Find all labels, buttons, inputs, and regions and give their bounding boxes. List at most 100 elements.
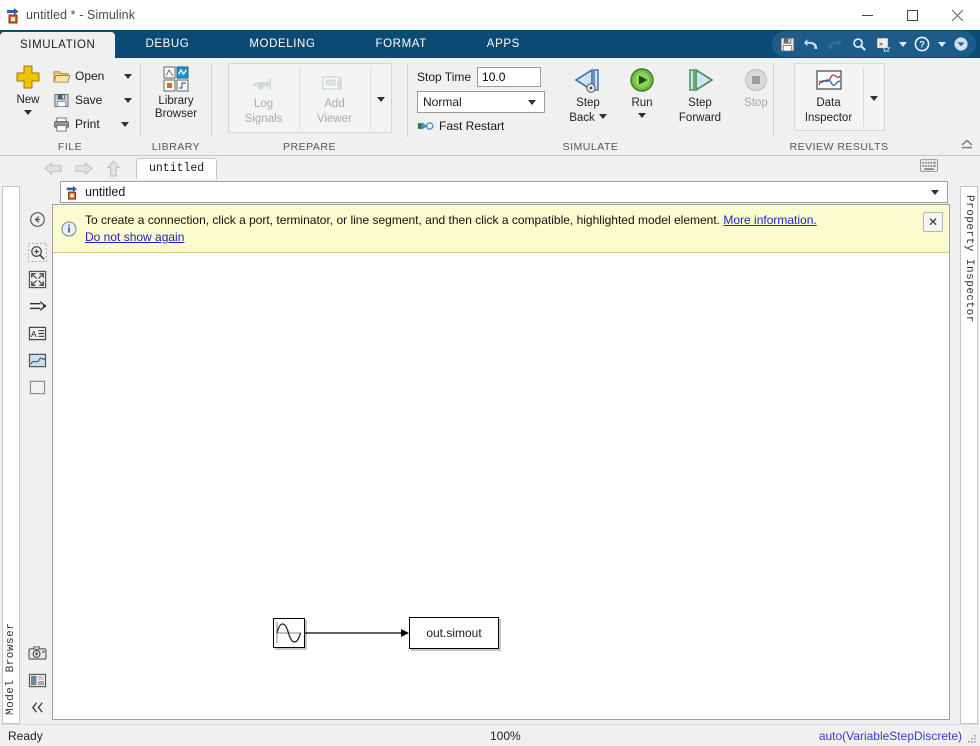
- review-results-overflow-button[interactable]: [864, 64, 884, 132]
- stop-time-input[interactable]: [477, 67, 542, 87]
- undo-icon[interactable]: [800, 33, 822, 55]
- print-button[interactable]: Print: [50, 112, 139, 136]
- step-forward-label-2: Forward: [678, 111, 722, 124]
- do-not-show-again-link[interactable]: Do not show again: [85, 230, 184, 244]
- step-forward-label-1: Step: [688, 97, 712, 109]
- resize-grip[interactable]: [965, 732, 977, 744]
- navigate-back-icon[interactable]: [26, 208, 48, 230]
- group-label-simulate: SIMULATE: [562, 141, 619, 153]
- quick-access-toolbar: » ?: [772, 31, 976, 57]
- navigate-back-button[interactable]: [38, 157, 68, 179]
- favorites-icon[interactable]: »: [872, 33, 894, 55]
- save-icon[interactable]: [776, 33, 798, 55]
- save-caret-icon[interactable]: [120, 97, 136, 103]
- notification-bar: To create a connection, click a port, te…: [53, 205, 949, 253]
- tab-debug[interactable]: DEBUG: [115, 30, 219, 58]
- zoom-level[interactable]: 100%: [490, 729, 521, 743]
- run-caret-icon[interactable]: [638, 112, 646, 118]
- model-document-tab[interactable]: untitled: [136, 157, 218, 179]
- ribbon-group-simulate: Stop Time Normal Fast Restart: [408, 58, 773, 156]
- model-canvas[interactable]: To create a connection, click a port, te…: [52, 204, 950, 720]
- close-button[interactable]: [935, 0, 980, 30]
- search-icon[interactable]: [848, 33, 870, 55]
- new-button[interactable]: New: [6, 62, 50, 115]
- simulation-mode-select[interactable]: Normal: [417, 91, 545, 113]
- breadcrumb: untitled: [22, 180, 958, 204]
- open-button[interactable]: Open: [50, 64, 139, 88]
- fit-view-icon[interactable]: [26, 268, 48, 290]
- camera-icon[interactable]: [26, 642, 48, 664]
- keyboard-shortcuts-icon[interactable]: [920, 159, 938, 175]
- image-icon[interactable]: [26, 349, 48, 371]
- notification-close-button[interactable]: ✕: [923, 212, 943, 232]
- step-back-button[interactable]: Step Back: [561, 64, 615, 124]
- sine-wave-glyph: [276, 622, 302, 643]
- group-label-prepare: PREPARE: [283, 141, 336, 153]
- ribbon-body: New Open Save Print FILE Library Browser…: [0, 58, 980, 156]
- group-label-review-results: REVIEW RESULTS: [789, 141, 889, 153]
- data-inspector-button[interactable]: Data Inspector: [795, 64, 863, 124]
- main-area: Model Browser untitled A To create a con…: [0, 180, 980, 724]
- info-icon: [61, 212, 77, 240]
- breadcrumb-caret-icon[interactable]: [931, 189, 939, 195]
- text-annotation-icon[interactable]: A: [26, 322, 48, 344]
- stop-time-row: Stop Time: [417, 66, 545, 88]
- property-inspector-tab[interactable]: Property Inspector: [960, 186, 978, 724]
- library-browser-button[interactable]: Library Browser: [149, 62, 203, 120]
- simulation-mode-value: Normal: [423, 95, 462, 109]
- customize-icon[interactable]: [950, 33, 972, 55]
- step-forward-icon: [689, 68, 714, 92]
- log-signals-label-1: Log: [253, 98, 274, 110]
- minimize-button[interactable]: [845, 0, 890, 30]
- chevron-double-left-icon[interactable]: [26, 696, 48, 718]
- prepare-overflow-button[interactable]: [371, 64, 391, 134]
- to-workspace-block[interactable]: out.simout: [409, 617, 499, 649]
- navigate-up-button[interactable]: [98, 157, 128, 179]
- stop-label: Stop: [744, 97, 768, 109]
- model-document-tab-label: untitled: [149, 162, 205, 175]
- tab-apps[interactable]: APPS: [457, 30, 550, 58]
- prepare-panel: Log Signals Add Viewer: [227, 63, 392, 134]
- area-box-icon[interactable]: [26, 376, 48, 398]
- panel-layout-icon[interactable]: [26, 669, 48, 691]
- navigate-forward-button[interactable]: [68, 157, 98, 179]
- model-browser-tab[interactable]: Model Browser: [2, 186, 20, 724]
- add-viewer-icon: [321, 76, 342, 90]
- tab-modeling[interactable]: MODELING: [219, 30, 345, 58]
- tab-simulation[interactable]: SIMULATION: [0, 32, 116, 58]
- step-forward-button[interactable]: Step Forward: [669, 64, 731, 124]
- fast-restart-toggle[interactable]: Fast Restart: [417, 116, 545, 136]
- open-caret-icon[interactable]: [120, 73, 136, 79]
- maximize-button[interactable]: [890, 0, 935, 30]
- breadcrumb-path-box[interactable]: untitled: [60, 181, 948, 203]
- sine-wave-block[interactable]: [273, 618, 305, 648]
- signal-line[interactable]: [305, 627, 413, 641]
- signal-port-icon[interactable]: [26, 295, 48, 317]
- tab-format[interactable]: FORMAT: [346, 30, 457, 58]
- step-back-label-2: Back: [569, 111, 595, 124]
- new-button-label: New: [16, 94, 40, 106]
- new-caret-icon[interactable]: [24, 109, 32, 115]
- help-icon[interactable]: ?: [911, 33, 933, 55]
- breadcrumb-path: untitled: [85, 185, 126, 199]
- stop-time-label: Stop Time: [417, 70, 472, 84]
- help-caret-icon[interactable]: [935, 33, 948, 55]
- zoom-in-icon[interactable]: [26, 241, 48, 263]
- step-back-caret-icon[interactable]: [598, 114, 607, 120]
- solver-info[interactable]: auto(VariableStepDiscrete): [819, 729, 962, 743]
- status-bar: Ready 100% auto(VariableStepDiscrete): [0, 724, 980, 746]
- redo-icon[interactable]: [824, 33, 846, 55]
- svg-text:A: A: [30, 328, 36, 338]
- favorites-caret-icon[interactable]: [896, 33, 909, 55]
- more-information-link[interactable]: More information.: [723, 213, 816, 227]
- save-button[interactable]: Save: [50, 88, 139, 112]
- print-label: Print: [75, 117, 100, 131]
- run-button[interactable]: Run: [615, 64, 669, 124]
- add-viewer-button[interactable]: Add Viewer: [300, 64, 370, 125]
- print-caret-icon[interactable]: [117, 121, 133, 127]
- save-label: Save: [75, 93, 103, 107]
- simulink-model-icon: [66, 185, 77, 200]
- notification-text-block: To create a connection, click a port, te…: [85, 212, 915, 246]
- collapse-ribbon-icon[interactable]: [960, 138, 974, 153]
- log-signals-button[interactable]: Log Signals: [229, 64, 299, 125]
